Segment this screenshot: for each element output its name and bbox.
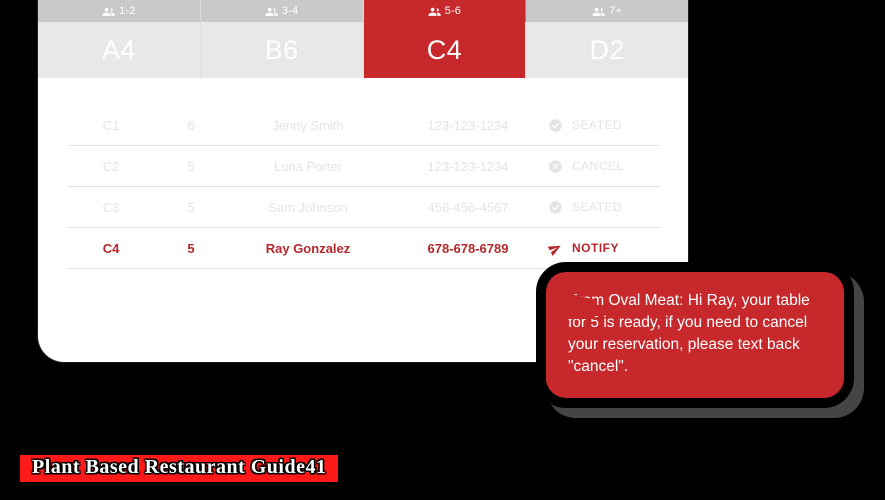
- reservation-table: C1: [102, 117, 120, 133]
- reservation-phone: 123-123-1234: [427, 158, 509, 174]
- notify-button[interactable]: NOTIFY: [547, 241, 660, 256]
- table-tab-label: C4: [426, 34, 463, 65]
- reservation-phone: 678-678-6789: [427, 240, 509, 256]
- check-circle-icon: [548, 200, 563, 215]
- capacity-tab-5-6[interactable]: 5-6: [363, 0, 527, 22]
- reservation-party: 5: [187, 158, 195, 174]
- reservation-row[interactable]: C3 5 Sam Johnson 456-456-4567 SEATED: [68, 187, 660, 228]
- reservation-name: Sam Johnson: [268, 199, 348, 215]
- group-icon: [102, 5, 115, 18]
- capacity-tab-3-4[interactable]: 3-4: [201, 0, 364, 22]
- reservation-phone: 456-456-4567: [427, 199, 509, 215]
- reservation-status: SEATED: [548, 200, 660, 215]
- reservation-name: Ray Gonzalez: [265, 240, 351, 256]
- reservation-table: C2: [102, 158, 120, 174]
- capacity-filter-bar: 1-2 3-4 5-6 7+: [38, 0, 688, 22]
- reservation-row[interactable]: C2 5 Luna Porter 123-123-1234 CANCEL: [68, 146, 660, 187]
- reservation-status-label: SEATED: [572, 200, 623, 214]
- reservation-status: SEATED: [548, 118, 660, 133]
- reservation-status-label: NOTIFY: [572, 241, 619, 255]
- watermark-banner: Plant Based Restaurant Guide41: [16, 451, 343, 486]
- reservation-party: 5: [187, 199, 195, 215]
- group-icon: [592, 5, 605, 18]
- sms-message-bubble: From Oval Meat: Hi Ray, your table for 5…: [536, 262, 854, 408]
- table-tab-label: B6: [264, 34, 299, 65]
- capacity-tab-label: 1-2: [119, 5, 136, 17]
- capacity-tab-7plus[interactable]: 7+: [526, 0, 688, 22]
- table-tab-A4[interactable]: A4: [38, 22, 201, 78]
- reservation-table: C3: [102, 199, 120, 215]
- reservation-party: 5: [187, 240, 195, 256]
- capacity-tab-label: 3-4: [281, 5, 299, 17]
- reservation-list: C1 6 Jenny Smith 123-123-1234 SEATED C2 5 Luna …: [68, 105, 660, 269]
- reservation-row[interactable]: C1 6 Jenny Smith 123-123-1234 SEATED: [68, 105, 660, 146]
- reservation-status: CANCEL: [548, 159, 660, 174]
- watermark-text: Plant Based Restaurant Guide41: [32, 456, 327, 478]
- check-circle-icon: [548, 118, 563, 133]
- reservation-name: Luna Porter: [274, 158, 342, 174]
- group-icon: [265, 5, 278, 18]
- reservation-status-label: SEATED: [572, 118, 623, 132]
- sms-message-text: From Oval Meat: Hi Ray, your table for 5…: [568, 292, 810, 375]
- reservation-table: C4: [102, 240, 120, 256]
- capacity-tab-label: 5-6: [444, 5, 462, 17]
- reservation-status-label: CANCEL: [572, 159, 624, 173]
- capacity-tab-label: 7+: [609, 5, 623, 17]
- table-tab-label: A4: [101, 34, 136, 65]
- table-selector-bar: A4 B6 C4 D2: [38, 22, 688, 78]
- reservation-party: 6: [187, 117, 195, 133]
- send-icon[interactable]: [547, 241, 563, 256]
- x-circle-icon: [548, 159, 563, 174]
- reservation-phone: 123-123-1234: [427, 117, 509, 133]
- table-tab-C4[interactable]: C4: [363, 22, 527, 78]
- table-tab-D2[interactable]: D2: [526, 22, 688, 78]
- capacity-tab-1-2[interactable]: 1-2: [38, 0, 201, 22]
- table-tab-label: D2: [589, 34, 625, 65]
- reservation-name: Jenny Smith: [272, 117, 344, 133]
- group-icon: [428, 5, 441, 18]
- table-tab-B6[interactable]: B6: [200, 22, 364, 78]
